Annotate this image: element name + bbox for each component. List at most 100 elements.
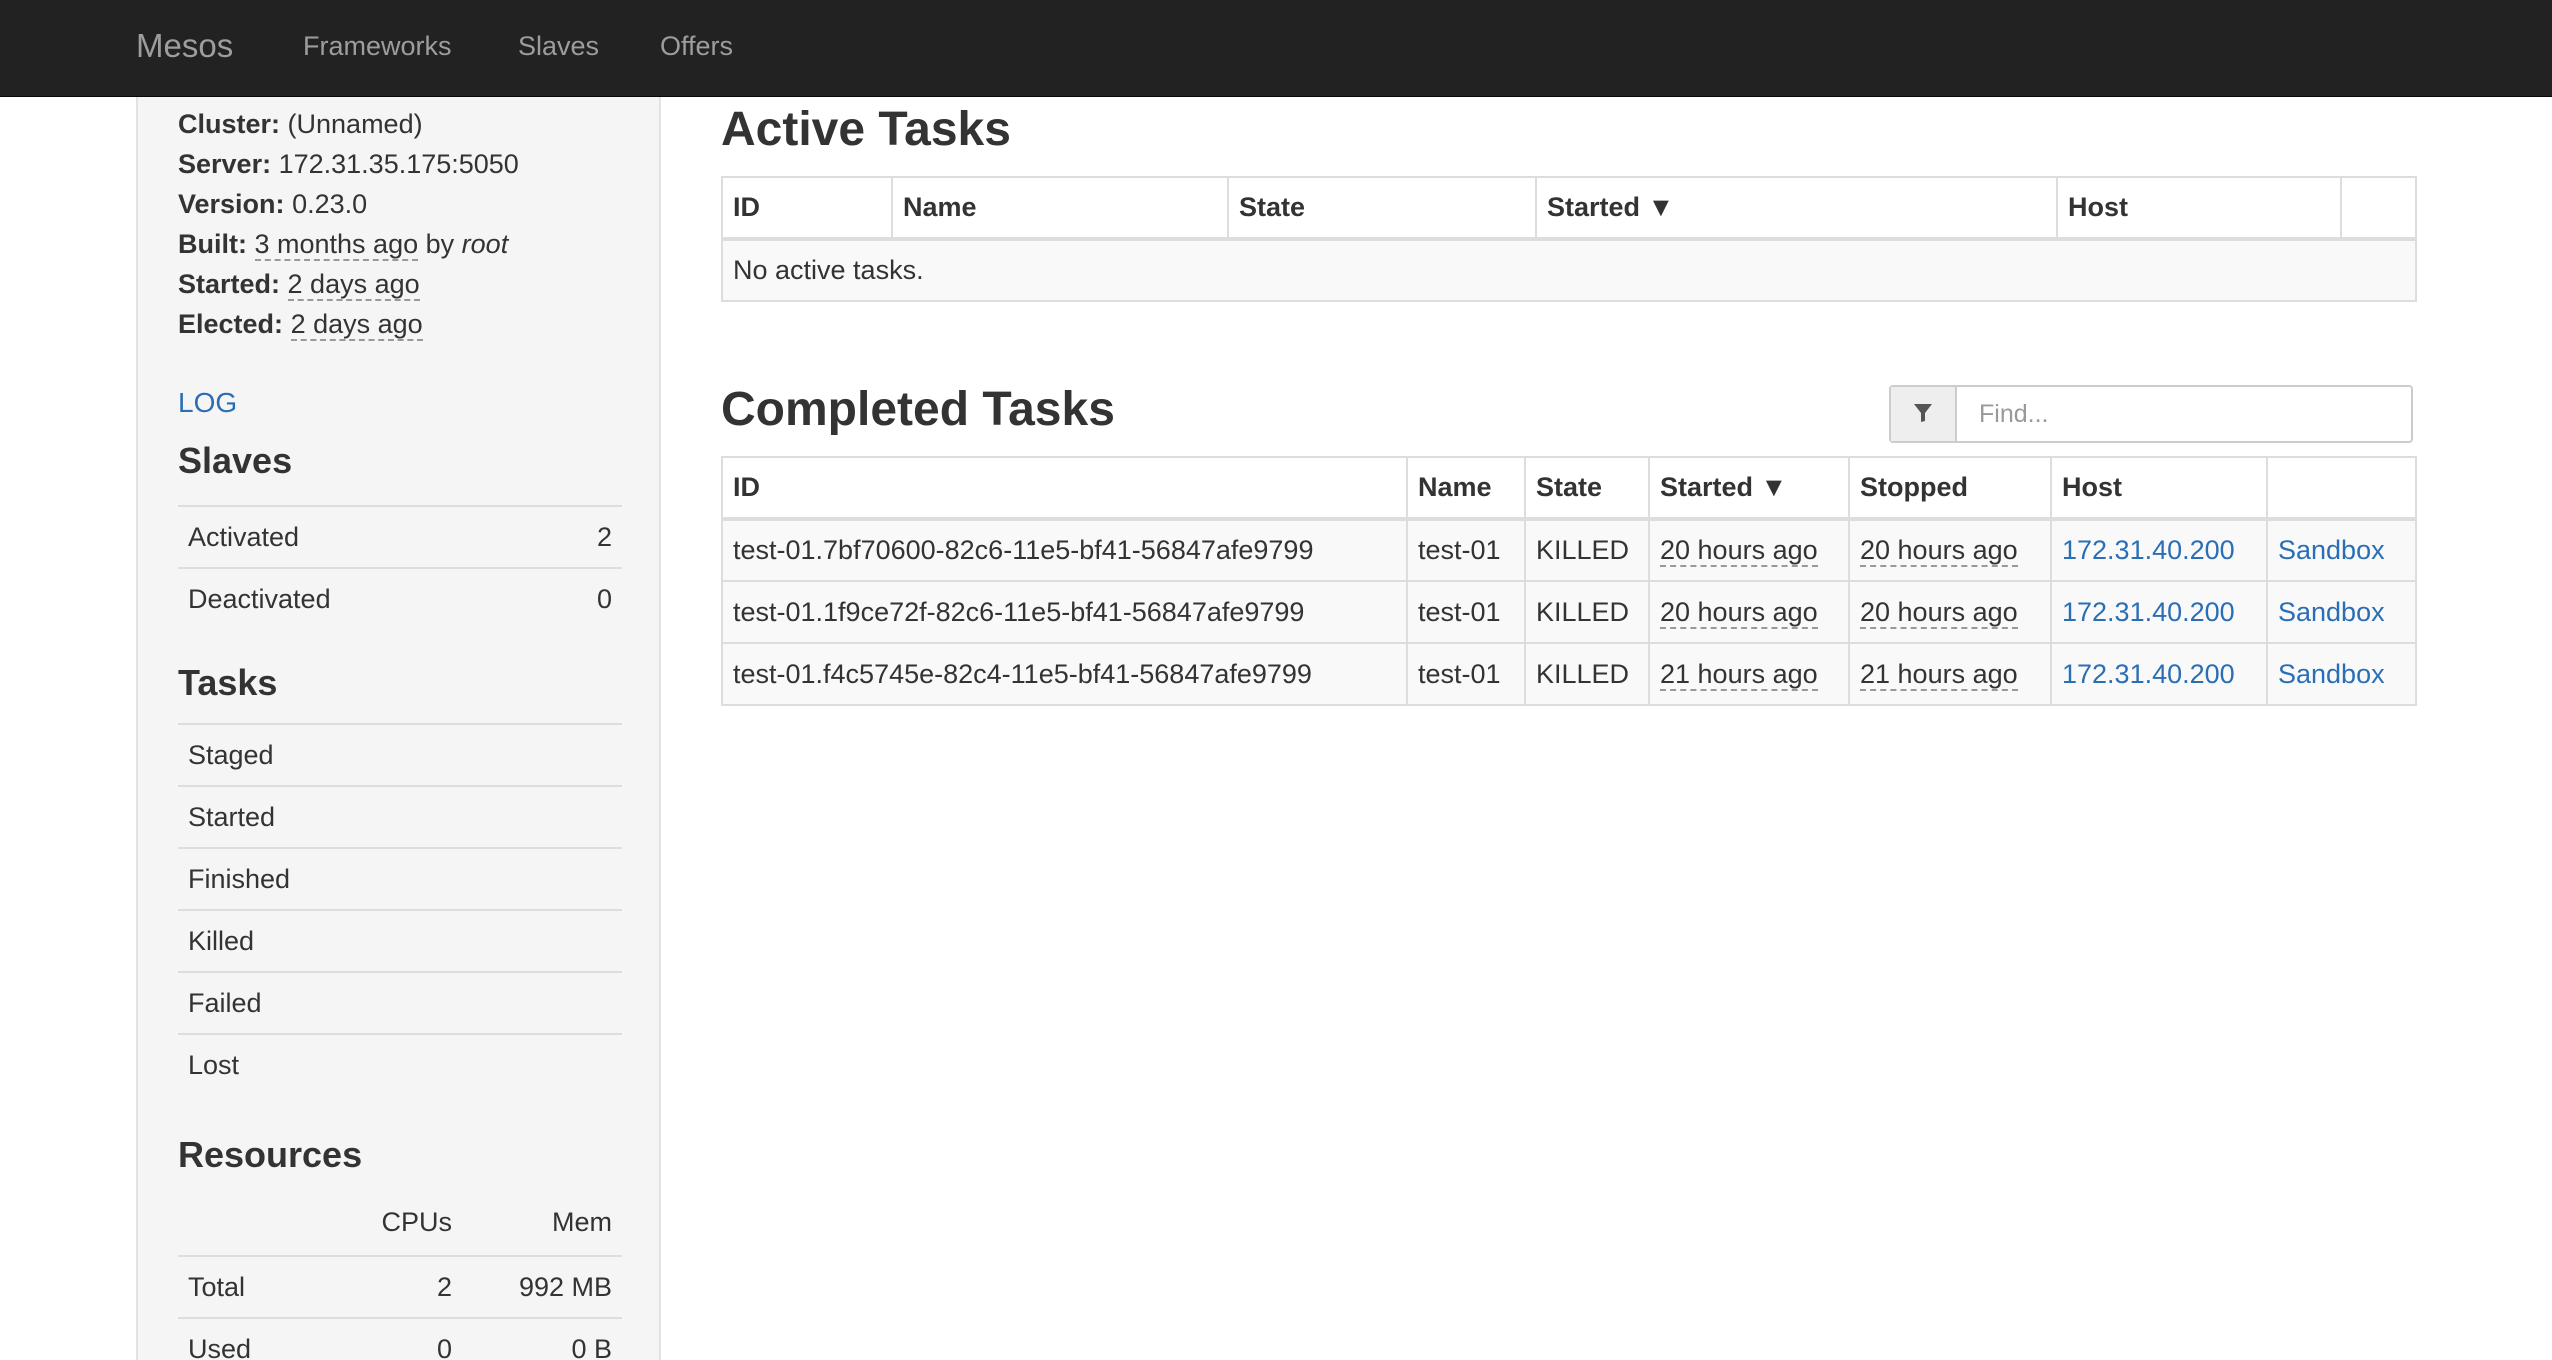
stat-label: Started	[188, 802, 276, 832]
col-id[interactable]: ID	[721, 176, 893, 241]
task-state: KILLED	[1524, 642, 1650, 706]
started-value: 2 days ago	[287, 269, 420, 301]
sandbox-link[interactable]: Sandbox	[2278, 597, 2385, 627]
tasks-row-staged: Staged	[178, 723, 622, 785]
stat-label: Deactivated	[188, 584, 331, 614]
host-link[interactable]: 172.31.40.200	[2062, 535, 2235, 565]
tasks-row-killed: Killed	[178, 909, 622, 971]
tasks-row-lost: Lost	[178, 1033, 622, 1095]
elected-label: Elected:	[178, 309, 284, 339]
stat-label: Activated	[188, 522, 300, 552]
server-value: 172.31.35.175:5050	[278, 149, 519, 179]
cluster-value: (Unnamed)	[287, 109, 423, 139]
nav-offers[interactable]: Offers	[660, 31, 733, 62]
col-started[interactable]: Started ▼	[1648, 456, 1850, 521]
nav-slaves[interactable]: Slaves	[518, 31, 599, 62]
table-header-row: ID Name State Started ▼ Host	[721, 176, 2417, 241]
brand-link[interactable]: Mesos	[136, 27, 233, 65]
table-row: test-01.7bf70600-82c6-11e5-bf41-56847afe…	[721, 518, 2417, 582]
sandbox-link[interactable]: Sandbox	[2278, 535, 2385, 565]
mem-value: 992 MB	[518, 1272, 612, 1302]
col-actions	[2340, 176, 2417, 241]
built-time: 3 months ago	[254, 229, 419, 261]
nav-frameworks[interactable]: Frameworks	[303, 31, 452, 62]
cpus-value: 2	[436, 1272, 452, 1302]
stat-label: Total	[188, 1272, 246, 1302]
filter-icon	[1891, 387, 1957, 441]
task-stopped: 20 hours ago	[1848, 518, 2052, 582]
log-link[interactable]: LOG	[178, 387, 237, 419]
sidebar: Cluster: (Unnamed) Server: 172.31.35.175…	[136, 97, 661, 1360]
server-label: Server:	[178, 149, 272, 179]
task-name: test-01	[1406, 580, 1526, 644]
col-name[interactable]: Name	[1406, 456, 1526, 521]
elected-info: Elected: 2 days ago	[178, 309, 423, 341]
col-started[interactable]: Started ▼	[1535, 176, 2058, 241]
table-row: test-01.f4c5745e-82c4-11e5-bf41-56847afe…	[721, 642, 2417, 706]
stat-value: 2	[596, 522, 612, 552]
col-state[interactable]: State	[1524, 456, 1650, 521]
find-input[interactable]	[1959, 387, 2409, 441]
tasks-row-failed: Failed	[178, 971, 622, 1033]
task-sandbox: Sandbox	[2266, 580, 2417, 644]
stopped-time: 20 hours ago	[1860, 596, 2018, 629]
col-name[interactable]: Name	[891, 176, 1229, 241]
filter-group	[1889, 385, 2413, 443]
tasks-row-started: Started	[178, 785, 622, 847]
task-sandbox: Sandbox	[2266, 642, 2417, 706]
resources-row-total: Total 2 992 MB	[178, 1255, 622, 1317]
completed-tasks-table: ID Name State Started ▼ Stopped Host tes…	[721, 456, 2417, 706]
task-sandbox: Sandbox	[2266, 518, 2417, 582]
resources-row-used: Used 0 0 B	[178, 1317, 622, 1360]
task-stopped: 21 hours ago	[1848, 642, 2052, 706]
top-navbar: Mesos Frameworks Slaves Offers	[0, 0, 2552, 97]
task-id: test-01.7bf70600-82c6-11e5-bf41-56847afe…	[721, 518, 1408, 582]
built-info: Built: 3 months ago by root	[178, 229, 509, 261]
version-info: Version: 0.23.0	[178, 189, 367, 220]
host-link[interactable]: 172.31.40.200	[2062, 659, 2235, 689]
task-id: test-01.1f9ce72f-82c6-11e5-bf41-56847afe…	[721, 580, 1408, 644]
tasks-row-finished: Finished	[178, 847, 622, 909]
task-state: KILLED	[1524, 518, 1650, 582]
task-host: 172.31.40.200	[2050, 580, 2268, 644]
started-time: 20 hours ago	[1660, 535, 1818, 567]
active-tasks-heading: Active Tasks	[721, 103, 1011, 156]
col-host[interactable]: Host	[2050, 456, 2268, 521]
slaves-heading: Slaves	[178, 440, 293, 481]
resources-header-row: CPUs Mem	[178, 1193, 622, 1255]
stat-label: Used	[188, 1334, 252, 1360]
stopped-time: 20 hours ago	[1860, 535, 2018, 567]
tasks-table: Staged Started Finished Killed Failed Lo…	[178, 723, 622, 1095]
resources-col-mem: Mem	[552, 1207, 612, 1237]
started-time: 20 hours ago	[1660, 596, 1818, 629]
task-name: test-01	[1406, 518, 1526, 582]
task-host: 172.31.40.200	[2050, 518, 2268, 582]
version-label: Version:	[178, 189, 285, 219]
tasks-heading: Tasks	[178, 662, 278, 703]
col-host[interactable]: Host	[2056, 176, 2342, 241]
task-state: KILLED	[1524, 580, 1650, 644]
host-link[interactable]: 172.31.40.200	[2062, 597, 2235, 627]
stat-value: 0	[596, 584, 612, 614]
stat-label: Failed	[188, 988, 262, 1018]
table-row: No active tasks.	[721, 238, 2417, 302]
col-state[interactable]: State	[1227, 176, 1537, 241]
cluster-label: Cluster:	[178, 109, 281, 139]
task-id: test-01.f4c5745e-82c4-11e5-bf41-56847afe…	[721, 642, 1408, 706]
built-label: Built:	[178, 229, 247, 259]
sandbox-link[interactable]: Sandbox	[2278, 659, 2385, 689]
slaves-table: Activated 2 Deactivated 0	[178, 505, 622, 629]
table-row: test-01.1f9ce72f-82c6-11e5-bf41-56847afe…	[721, 580, 2417, 644]
task-host: 172.31.40.200	[2050, 642, 2268, 706]
built-user: root	[461, 229, 509, 259]
slaves-row-deactivated: Deactivated 0	[178, 567, 622, 629]
col-stopped[interactable]: Stopped	[1848, 456, 2052, 521]
slaves-row-activated: Activated 2	[178, 505, 622, 567]
started-info: Started: 2 days ago	[178, 269, 420, 301]
elected-value: 2 days ago	[290, 309, 423, 341]
stat-label: Lost	[188, 1050, 240, 1080]
started-time: 21 hours ago	[1660, 658, 1818, 691]
task-name: test-01	[1406, 642, 1526, 706]
col-id[interactable]: ID	[721, 456, 1408, 521]
started-label: Started:	[178, 269, 281, 299]
